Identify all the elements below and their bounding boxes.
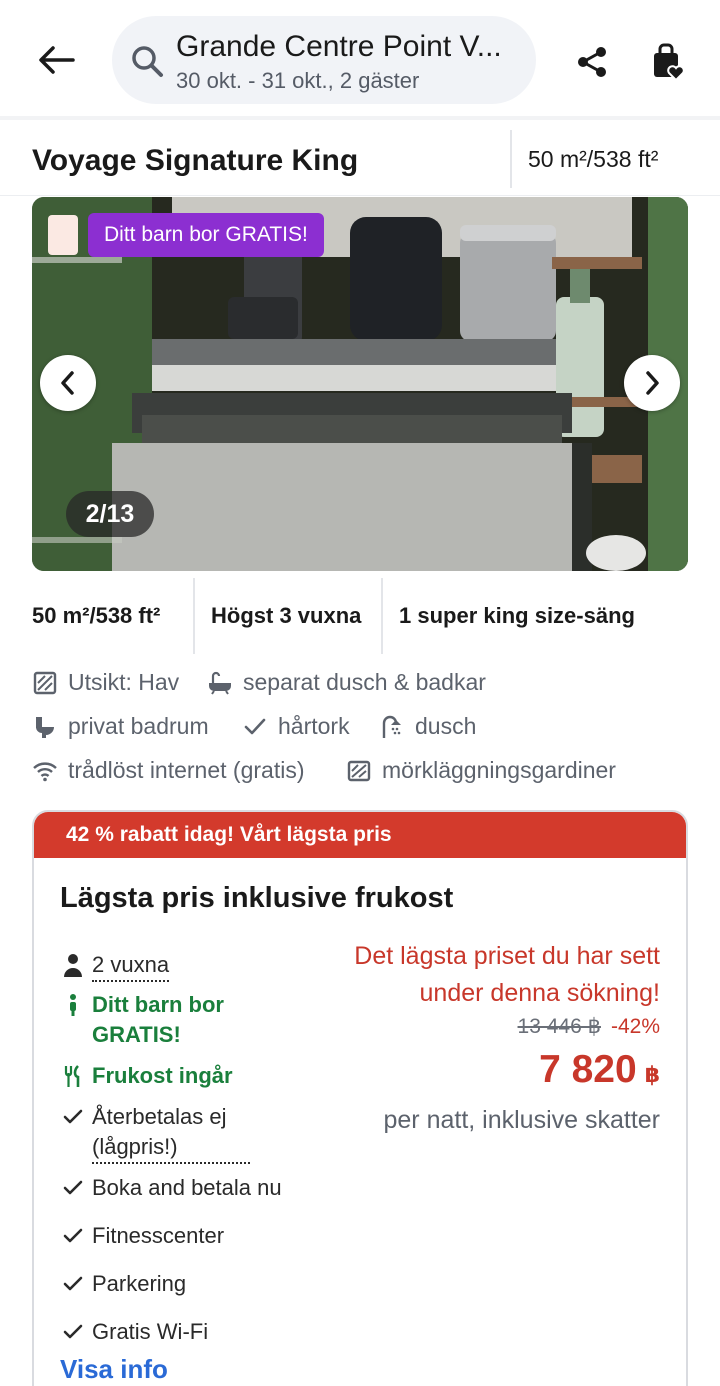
fact-bed: 1 super king size-säng: [399, 603, 635, 628]
divider: [510, 130, 512, 188]
feature-label: Gratis Wi-Fi: [92, 1319, 209, 1344]
amenity-label: separat dusch & badkar: [243, 669, 486, 695]
child-icon: [60, 990, 86, 1020]
divider: [193, 578, 195, 654]
more-info-link[interactable]: Visa info: [60, 1354, 168, 1385]
divider: [381, 578, 383, 654]
feature-label: Boka and betala nu: [92, 1175, 282, 1200]
room-size: 50 m²/538 ft²: [528, 146, 659, 172]
child-free-badge: Ditt barn bor GRATIS!: [88, 213, 324, 257]
feature-wifi: Gratis Wi-Fi: [60, 1317, 208, 1347]
discount-percent: -42%: [610, 1015, 660, 1038]
current-price: 7 820 ฿: [539, 1048, 660, 1092]
amenity-label: privat badrum: [68, 713, 209, 739]
room-title-row: Voyage Signature King 50 m²/538 ft²: [0, 124, 720, 196]
feature-book-pay-now: Boka and betala nu: [60, 1173, 282, 1203]
person-icon: [60, 950, 86, 980]
amenity-wifi: trådlöst internet (gratis): [32, 757, 304, 784]
amenity-view: Utsikt: Hav: [32, 669, 179, 696]
feature-guests[interactable]: 2 vuxna: [60, 950, 170, 982]
room-name: Voyage Signature King: [32, 144, 359, 177]
saved-bag-heart-icon: [654, 43, 685, 81]
blackout-curtain-icon: [346, 758, 372, 784]
discount-banner: 42 % rabatt idag! Vårt lägsta pris: [34, 812, 686, 858]
feature-non-refundable[interactable]: Återbetalas ej (lågpris!): [60, 1102, 250, 1164]
check-icon: [242, 714, 268, 740]
check-icon: [60, 1102, 86, 1132]
feature-parking: Parkering: [60, 1269, 186, 1299]
price-comparison: 13 446 ฿ -42%: [518, 1014, 660, 1039]
amenity-shower: dusch: [379, 713, 476, 740]
amenity-blackout-curtains: mörkläggningsgardiner: [346, 757, 616, 784]
amenity-shower-bathtub: separat dusch & badkar: [207, 669, 486, 696]
feature-child-free: Ditt barn bor GRATIS!: [60, 990, 260, 1050]
amenity-label: hårtork: [278, 713, 350, 739]
view-icon: [32, 670, 58, 696]
chevron-left-icon: [61, 371, 74, 395]
price-amount: 7 820: [539, 1048, 637, 1091]
offer-title: Lägsta pris inklusive frukost: [60, 882, 454, 914]
feature-label: Frukost ingår: [92, 1063, 233, 1088]
gallery-next-button[interactable]: [624, 355, 680, 411]
price-currency: ฿: [644, 1062, 660, 1087]
feature-label: Parkering: [92, 1271, 187, 1296]
search-dates-guests: 30 okt. - 31 okt., 2 gäster: [176, 68, 420, 93]
feature-label: Ditt barn bor GRATIS!: [92, 992, 224, 1047]
fact-size: 50 m²/538 ft²: [32, 603, 161, 628]
feature-fitness: Fitnesscenter: [60, 1221, 224, 1251]
room-facts: 50 m²/538 ft² Högst 3 vuxna 1 super king…: [0, 578, 720, 654]
feature-label: Fitnesscenter: [92, 1223, 225, 1248]
lowest-price-note: Det lägsta priset du har sett under denn…: [354, 942, 660, 1007]
photo-counter: 2/13: [66, 491, 154, 537]
favorite-marker[interactable]: [48, 215, 78, 255]
feature-label: Återbetalas ej (lågpris!): [92, 1102, 250, 1164]
room-photo-gallery[interactable]: Ditt barn bor GRATIS! 2/13: [32, 197, 688, 571]
price-per-night-note: per natt, inklusive skatter: [383, 1106, 660, 1134]
check-icon: [60, 1221, 86, 1251]
amenity-hairdryer: hårtork: [242, 713, 350, 740]
check-icon: [60, 1269, 86, 1299]
wifi-icon: [32, 758, 58, 784]
rate-offer-card: 42 % rabatt idag! Vårt lägsta pris Lägst…: [32, 810, 688, 1386]
back-button[interactable]: [32, 40, 80, 80]
back-arrow-icon: [39, 46, 75, 74]
amenity-label: mörkläggningsgardiner: [382, 757, 616, 783]
feature-label: 2 vuxna: [92, 950, 170, 982]
chevron-right-icon: [646, 371, 659, 395]
search-destination: Grande Centre Point V...: [176, 30, 502, 63]
check-icon: [60, 1173, 86, 1203]
amenity-label: Utsikt: Hav: [68, 669, 180, 695]
share-button[interactable]: [570, 40, 614, 84]
amenity-label: dusch: [415, 713, 477, 739]
gallery-prev-button[interactable]: [40, 355, 96, 411]
original-price: 13 446 ฿: [517, 1015, 601, 1038]
toilet-icon: [32, 714, 58, 740]
shower-icon: [379, 714, 405, 740]
amenity-private-bathroom: privat badrum: [32, 713, 209, 740]
share-icon: [578, 47, 606, 77]
saved-button[interactable]: [646, 40, 690, 84]
fact-max-guests: Högst 3 vuxna: [211, 603, 362, 628]
cutlery-icon: [60, 1061, 86, 1091]
check-icon: [60, 1317, 86, 1347]
bathtub-icon: [207, 670, 233, 696]
feature-breakfast: Frukost ingår: [60, 1061, 233, 1091]
app-header: Grande Centre Point V... 30 okt. - 31 ok…: [0, 0, 720, 120]
search-summary[interactable]: Grande Centre Point V... 30 okt. - 31 ok…: [112, 16, 536, 104]
search-icon: [132, 46, 163, 77]
amenity-label: trådlöst internet (gratis): [68, 757, 305, 783]
